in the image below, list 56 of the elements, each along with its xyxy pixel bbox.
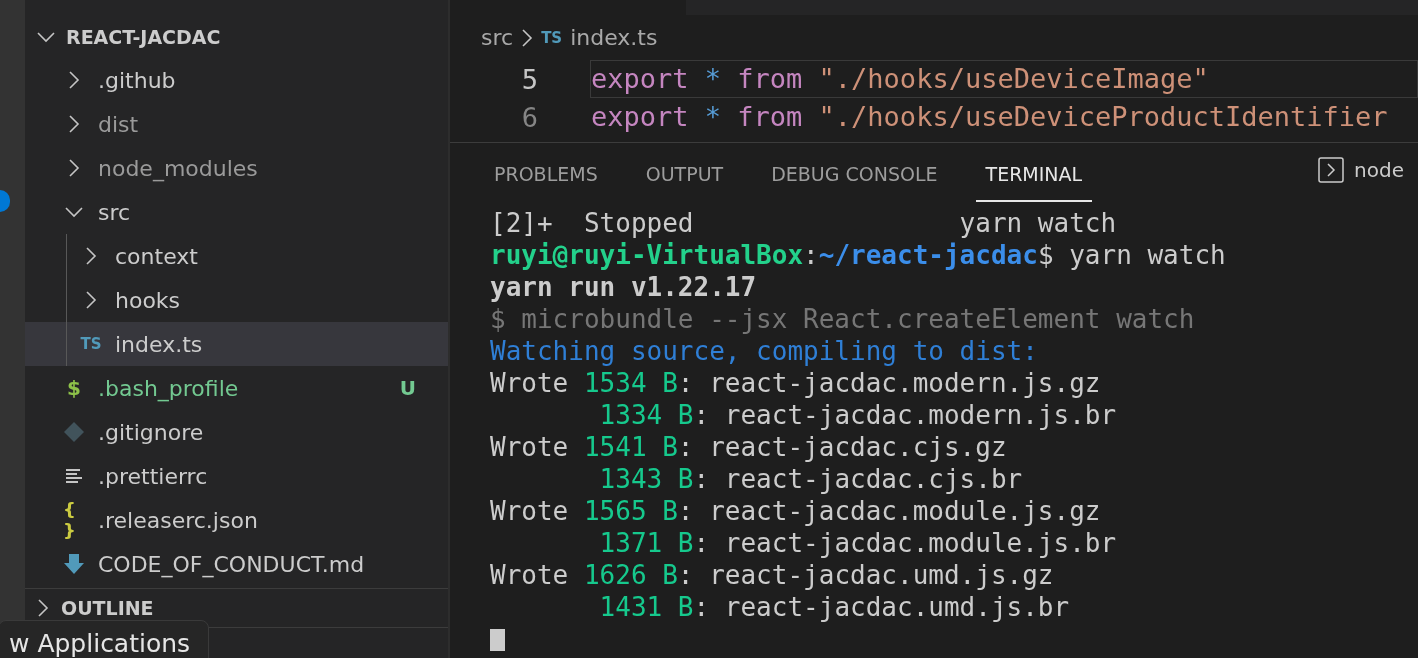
terminal-line: $ microbundle --jsx React.createElement watch: [490, 303, 1196, 335]
panel-tab[interactable]: DEBUG CONSOLE: [761, 148, 948, 202]
chevron-right-icon: [37, 598, 49, 618]
json-file-icon: { }: [63, 499, 85, 541]
terminal-selector[interactable]: node: [1354, 158, 1404, 182]
chevron-right-icon: [68, 70, 80, 90]
chevron-right-icon: [68, 114, 80, 134]
shell-file-icon: $: [67, 376, 81, 400]
tree-item[interactable]: $ .bash_profile U: [25, 366, 448, 410]
terminal-line: Watching source, compiling to dist:: [490, 335, 1039, 367]
terminal-line: 1334 B: react-jacdac.modern.js.br: [598, 399, 1118, 431]
tree-item[interactable]: dist: [25, 102, 448, 146]
breadcrumb-item[interactable]: src: [481, 25, 514, 50]
tooltip: w Applications: [0, 620, 210, 658]
terminal-line: yarn run v1.22.17: [490, 271, 758, 303]
terminal-line: 1343 B: react-jacdac.cjs.br: [598, 463, 1024, 495]
tree-item[interactable]: .github: [25, 58, 448, 102]
explorer-section-header[interactable]: REACT-JACDAC: [25, 22, 448, 52]
git-status-label: U: [399, 376, 416, 400]
code-line: export * from "./hooks/useDeviceProductIdentifier: [590, 100, 1389, 134]
tree-item[interactable]: { } .releaserc.json: [25, 498, 448, 542]
tree-item[interactable]: .gitignore: [25, 410, 448, 454]
typescript-file-icon: TS: [80, 335, 102, 353]
lines-icon: [65, 468, 83, 484]
terminal-line: 1371 B: react-jacdac.module.js.br: [598, 527, 1118, 559]
arrow-down-icon: [64, 553, 84, 575]
chevron-down-icon: [36, 31, 56, 43]
line-number: 6: [520, 101, 539, 133]
chevron-right-icon: [85, 290, 97, 310]
panel-tab[interactable]: OUTPUT: [635, 148, 734, 202]
breadcrumb-item[interactable]: TS index.ts: [541, 25, 658, 50]
diamond-icon: [63, 421, 85, 443]
tree-item[interactable]: TS index.ts: [25, 322, 448, 366]
tree-item[interactable]: CODE_OF_CONDUCT.md: [25, 542, 448, 586]
terminal-line: [2]+ Stopped yarn watch: [490, 207, 1118, 239]
terminal-line: Wrote 1626 B: react-jacdac.umd.js.gz: [490, 559, 1055, 591]
terminal-cursor: [490, 629, 505, 651]
line-number: 5: [520, 63, 539, 95]
tree-item[interactable]: src: [25, 190, 448, 234]
chevron-right-icon: [521, 27, 534, 48]
terminal-line: 1431 B: react-jacdac.umd.js.br: [598, 591, 1071, 623]
terminal-icon[interactable]: [1318, 157, 1345, 183]
terminal-line: Wrote 1565 B: react-jacdac.module.js.gz: [490, 495, 1102, 527]
chevron-right-icon: [68, 158, 80, 178]
panel-tab[interactable]: PROBLEMS: [484, 148, 608, 202]
notification-badge: [0, 190, 10, 212]
tree-item[interactable]: context: [25, 234, 448, 278]
terminal-line: Wrote 1534 B: react-jacdac.modern.js.gz: [490, 367, 1102, 399]
chevron-down-icon: [64, 206, 84, 218]
chevron-right-icon: [85, 246, 97, 266]
panel-tab[interactable]: TERMINAL: [975, 148, 1093, 202]
tree-item[interactable]: hooks: [25, 278, 448, 322]
terminal-line: Wrote 1541 B: react-jacdac.cjs.gz: [490, 431, 1008, 463]
tree-item[interactable]: node_modules: [25, 146, 448, 190]
tree-item[interactable]: .prettierrc: [25, 454, 448, 498]
terminal-line: ruyi@ruyi-VirtualBox:~/react-jacdac$ yarn watch: [490, 239, 1227, 271]
